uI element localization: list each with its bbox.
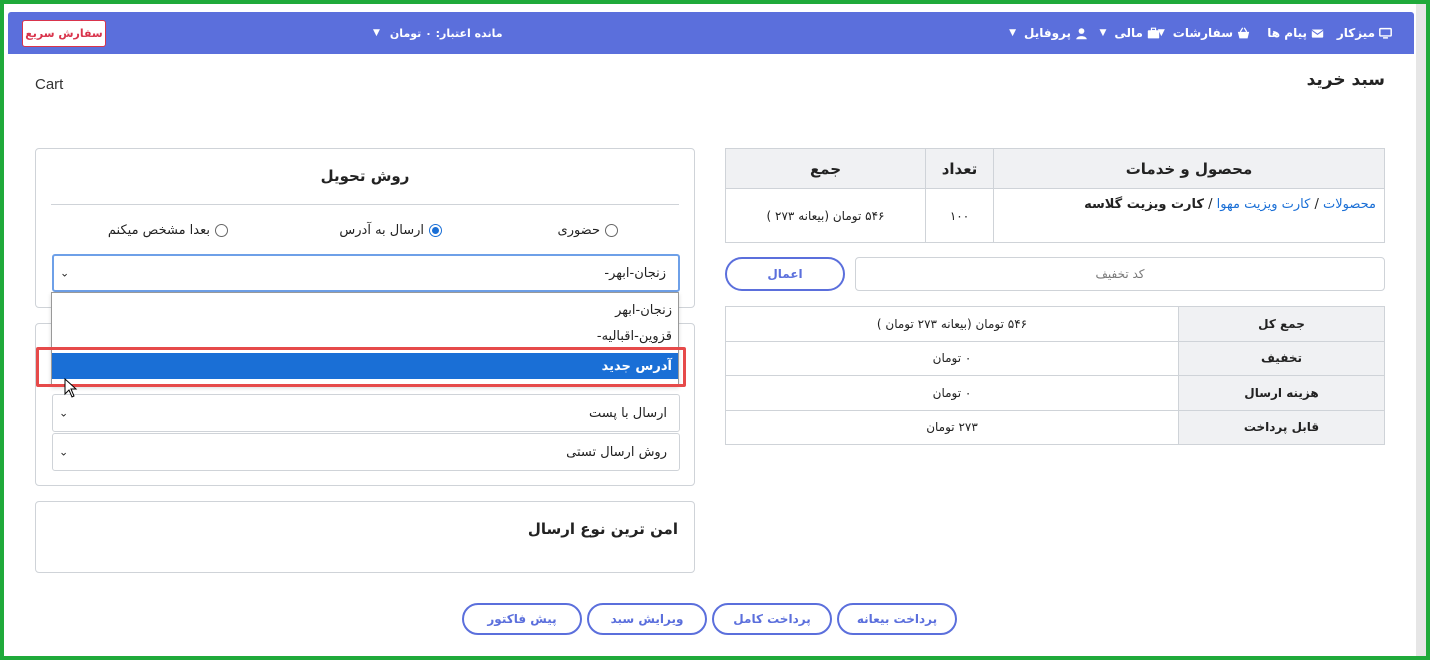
radio-in-person[interactable]: حضوری xyxy=(558,221,618,239)
summary-value: ۰ تومان xyxy=(725,375,1179,411)
summary-label: هزینه ارسال xyxy=(1178,375,1385,411)
radio-circle[interactable] xyxy=(215,223,228,237)
shipping-select-test[interactable]: روش ارسال تستی ⌄ xyxy=(52,433,680,471)
nav-orders-label: سفارشات xyxy=(1172,26,1233,40)
divider xyxy=(51,204,679,205)
nav-dashboard[interactable]: میزکار xyxy=(1337,12,1392,54)
delivery-method-panel: روش تحویل حضوری ارسال به آدرس بعدا مشخص … xyxy=(35,148,695,308)
address-select[interactable]: زنجان-ابهر- ⌄ xyxy=(52,254,680,292)
monitor-icon xyxy=(1379,27,1392,39)
proforma-invoice-button[interactable]: پیش فاکتور xyxy=(462,603,582,635)
summary-value: ۰ تومان xyxy=(725,340,1179,376)
credit-label: مانده اعتبار: ۰ تومان xyxy=(389,26,503,40)
summary-label: جمع کل xyxy=(1178,306,1385,342)
basket-icon xyxy=(1237,26,1250,38)
radio-send-label: ارسال به آدرس xyxy=(339,222,424,238)
quick-order-button[interactable]: سفارش سریع xyxy=(22,20,106,47)
vertical-scrollbar[interactable] xyxy=(1416,4,1426,656)
chevron-down-icon: ⌄ xyxy=(59,406,69,420)
coupon-input[interactable]: کد تخفیف xyxy=(855,257,1385,291)
envelope-icon xyxy=(1311,28,1324,38)
dropdown-option[interactable]: زنجان-ابهر xyxy=(52,297,678,323)
mouse-cursor-icon xyxy=(64,378,78,398)
radio-later-label: بعدا مشخص میکنم xyxy=(107,222,210,238)
table-row: هزینه ارسال ۰ تومان xyxy=(725,375,1385,411)
pay-full-button[interactable]: پرداخت کامل xyxy=(712,603,832,635)
address-select-value: زنجان-ابهر- xyxy=(604,265,666,281)
briefcase-icon xyxy=(1147,27,1160,38)
chevron-down-icon: ▼ xyxy=(1099,28,1107,38)
radio-in-person-label: حضوری xyxy=(557,222,600,238)
nav-messages[interactable]: پیام ها xyxy=(1267,12,1324,54)
coupon-placeholder: کد تخفیف xyxy=(1095,267,1145,281)
product-cell: محصولات / کارت ویزیت مهوا / کارت ویزیت گ… xyxy=(993,188,1385,243)
header-quantity: تعداد xyxy=(925,148,994,189)
safe-shipping-panel: امن ترین نوع ارسال xyxy=(35,501,695,573)
radio-decide-later[interactable]: بعدا مشخص میکنم xyxy=(108,221,228,239)
table-row: محصولات / کارت ویزیت مهوا / کارت ویزیت گ… xyxy=(725,188,1385,243)
summary-label: تخفیف xyxy=(1178,340,1385,376)
nav-profile-label: پروفایل xyxy=(1023,26,1071,40)
breadcrumb-products-link[interactable]: محصولات xyxy=(1323,197,1376,212)
safe-shipping-title: امن ترین نوع ارسال xyxy=(527,520,678,538)
nav-orders[interactable]: سفارشات ▼ xyxy=(1158,12,1250,54)
product-name: کارت ویزیت گلاسه xyxy=(1084,197,1204,212)
nav-finance-label: مالی xyxy=(1114,26,1143,40)
page-title: سبد خرید xyxy=(1306,70,1385,90)
credit-balance[interactable]: مانده اعتبار: ۰ تومان ▼ xyxy=(373,12,503,54)
quantity-cell: ۱۰۰ xyxy=(925,188,994,243)
summary-value: ۵۴۶ تومان (بیعانه ۲۷۳ تومان ) xyxy=(725,306,1179,342)
address-dropdown-list: زنجان-ابهر قزوین-اقبالیه- آدرس جدید xyxy=(51,292,679,386)
user-icon xyxy=(1076,27,1087,39)
radio-circle[interactable] xyxy=(605,223,618,237)
radio-circle-selected[interactable] xyxy=(429,223,442,237)
nav-messages-label: پیام ها xyxy=(1267,26,1307,40)
chevron-down-icon: ⌄ xyxy=(59,445,69,459)
header-total: جمع xyxy=(725,148,926,189)
table-row: تخفیف ۰ تومان xyxy=(725,340,1385,376)
breadcrumb-separator: / xyxy=(1208,197,1213,212)
total-cell: ۵۴۶ تومان (بیعانه ۲۷۳ ) xyxy=(725,188,926,243)
shipping-select-test-value: روش ارسال تستی xyxy=(566,444,667,460)
summary-label: قابل پرداخت xyxy=(1178,409,1385,445)
dropdown-option-new-address[interactable]: آدرس جدید xyxy=(52,353,678,379)
apply-coupon-button[interactable]: اعمال xyxy=(725,257,845,291)
chevron-down-icon: ▼ xyxy=(1009,28,1016,38)
table-row: جمع کل ۵۴۶ تومان (بیعانه ۲۷۳ تومان ) xyxy=(725,306,1385,342)
shipping-select-post[interactable]: ارسال با پست ⌄ xyxy=(52,394,680,432)
edit-cart-button[interactable]: ویرایش سبد xyxy=(587,603,707,635)
table-row: قابل پرداخت ۲۷۳ تومان xyxy=(725,409,1385,445)
chevron-down-icon: ⌄ xyxy=(60,266,70,280)
delivery-title: روش تحویل xyxy=(320,167,410,185)
radio-send-to-address[interactable]: ارسال به آدرس xyxy=(339,221,442,239)
page-subtitle: Cart xyxy=(35,76,64,93)
nav-profile[interactable]: پروفایل ▼ xyxy=(1009,12,1088,54)
pay-deposit-button[interactable]: پرداخت بیعانه xyxy=(837,603,957,635)
dropdown-option[interactable]: قزوین-اقبالیه- xyxy=(52,323,678,349)
nav-finance[interactable]: مالی ▼ xyxy=(1099,12,1160,54)
breadcrumb-separator: / xyxy=(1314,197,1319,212)
shipping-select-post-value: ارسال با پست xyxy=(588,405,667,421)
top-navbar: میزکار پیام ها سفارشات ▼ مالی ▼ پروفایل … xyxy=(8,12,1414,54)
chevron-down-icon: ▼ xyxy=(373,28,380,38)
summary-table: جمع کل ۵۴۶ تومان (بیعانه ۲۷۳ تومان ) تخف… xyxy=(725,306,1385,445)
cart-table: محصول و خدمات تعداد جمع محصولات / کارت و… xyxy=(725,148,1385,243)
header-product: محصول و خدمات xyxy=(993,148,1385,189)
summary-value: ۲۷۳ تومان xyxy=(725,409,1179,445)
nav-dashboard-label: میزکار xyxy=(1336,26,1375,40)
breadcrumb-category-link[interactable]: کارت ویزیت مهوا xyxy=(1217,197,1311,212)
